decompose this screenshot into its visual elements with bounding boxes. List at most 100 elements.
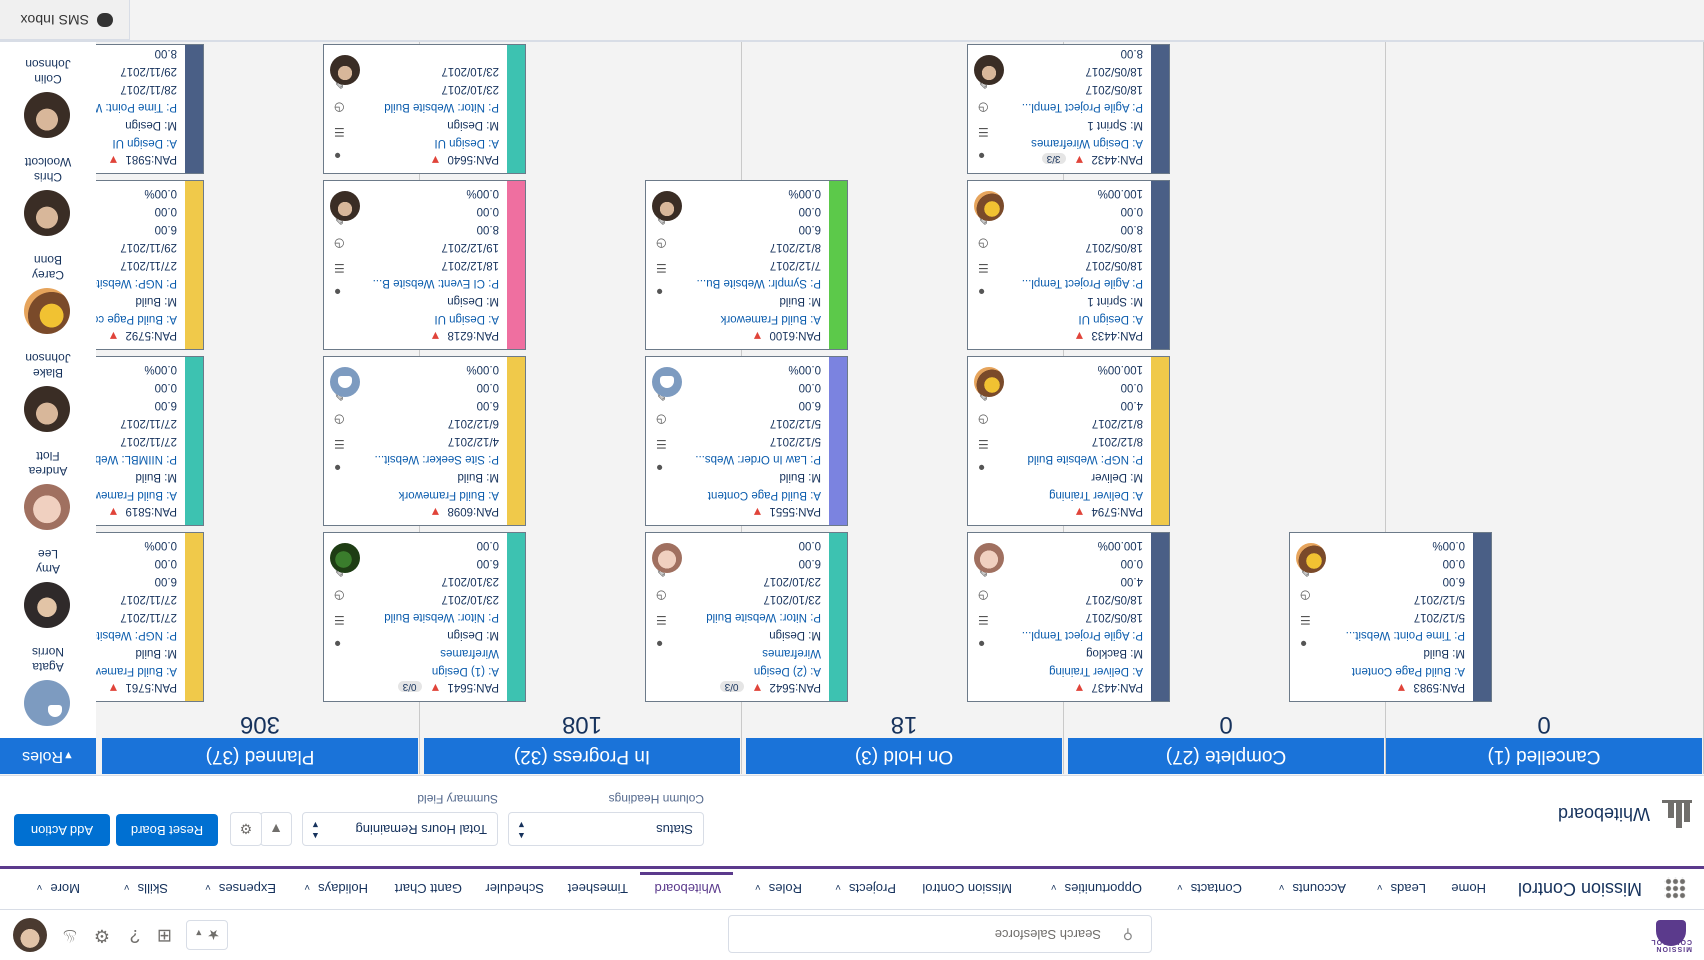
action-card[interactable]: PAN:6218 ▼ A: Design UI M: Design P: CI Even… bbox=[323, 180, 526, 350]
action-card[interactable]: PAN:6100 ▼ A: Build Framework M: Build P: Sy… bbox=[645, 180, 848, 350]
card-field-id[interactable]: PAN:4437 ▼ bbox=[1074, 681, 1143, 695]
nav-item-roles[interactable]: Roles ˅ bbox=[755, 881, 802, 896]
assignee-avatar[interactable] bbox=[974, 543, 1004, 573]
chevron-down-icon[interactable]: ˅ bbox=[1279, 881, 1285, 892]
assignee-avatar[interactable] bbox=[330, 367, 360, 397]
assignee-avatar[interactable] bbox=[330, 191, 360, 221]
action-card[interactable]: PAN:6098 ▼ A: Build Framework M: Build P: Si… bbox=[323, 356, 526, 526]
card-field-action[interactable]: A: Design Wireframes bbox=[1031, 137, 1143, 149]
card-field-action[interactable]: A: Design UI bbox=[434, 313, 499, 325]
comment-icon[interactable]: ● bbox=[978, 461, 985, 475]
comment-icon[interactable]: ● bbox=[334, 461, 341, 475]
clock-icon[interactable]: ◷ bbox=[334, 589, 344, 603]
card-field-action[interactable]: A: Build Page Content bbox=[708, 489, 821, 501]
setup-gear-icon[interactable]: ⚙ bbox=[94, 925, 110, 946]
card-field-action[interactable]: A: Deliver Training bbox=[1049, 489, 1143, 501]
add-action-button[interactable]: Add Action bbox=[14, 814, 110, 846]
card-field-milestone[interactable]: Wireframes bbox=[440, 647, 499, 659]
add-icon[interactable]: ⊞ bbox=[157, 925, 172, 946]
list-icon[interactable]: ☰ bbox=[334, 125, 345, 139]
card-field-project[interactable]: P: Agile Project Templ... bbox=[1022, 277, 1143, 289]
column-headings-select[interactable]: Status ▲ ▼ bbox=[508, 812, 704, 846]
clock-icon[interactable]: ◷ bbox=[334, 237, 344, 251]
card-field-id[interactable]: PAN:5794 ▼ bbox=[1074, 505, 1143, 519]
card-field-id[interactable]: PAN:4432 ▼ 3/3 bbox=[1041, 153, 1143, 167]
nav-item-scheduler[interactable]: Scheduler bbox=[485, 881, 544, 896]
card-field-action[interactable]: A: Deliver Training bbox=[1049, 665, 1143, 677]
chevron-down-icon[interactable]: ˅ bbox=[755, 881, 761, 892]
card-field-date1[interactable]: P: Nitor: Website Build bbox=[706, 611, 821, 623]
column-header[interactable]: Complete (27) bbox=[1068, 738, 1384, 774]
card-field-action[interactable]: A: (1) Design bbox=[432, 665, 499, 677]
list-icon[interactable]: ☰ bbox=[978, 437, 989, 451]
action-card[interactable]: PAN:5641 ▼ 0/3 A: (1) Design Wireframes M: De… bbox=[323, 532, 526, 702]
card-field-action[interactable]: A: Design UI bbox=[1078, 313, 1143, 325]
comment-icon[interactable]: ● bbox=[334, 637, 341, 651]
clock-icon[interactable]: ◷ bbox=[334, 413, 344, 427]
settings-button[interactable]: ⚙ bbox=[230, 812, 262, 846]
list-icon[interactable]: ☰ bbox=[656, 613, 667, 627]
nav-item-timesheet[interactable]: Timesheet bbox=[568, 881, 628, 896]
comment-icon[interactable]: ● bbox=[334, 149, 341, 163]
card-field-id[interactable]: PAN:5792 ▼ bbox=[108, 329, 177, 343]
card-field-id[interactable]: PAN:5819 ▼ bbox=[108, 505, 177, 519]
reset-board-button[interactable]: Reset Board bbox=[116, 814, 218, 846]
action-card[interactable]: PAN:5642 ▼ 0/3 A: (2) Design Wireframes M: De… bbox=[645, 532, 848, 702]
assignee-avatar[interactable] bbox=[974, 191, 1004, 221]
summary-field-select[interactable]: Total Hours Remaining ▲ ▼ bbox=[302, 812, 498, 846]
assignee-avatar[interactable] bbox=[652, 367, 682, 397]
assignee-avatar[interactable] bbox=[652, 543, 682, 573]
list-icon[interactable]: ☰ bbox=[334, 613, 345, 627]
list-icon[interactable]: ☰ bbox=[334, 261, 345, 275]
assignee-avatar[interactable] bbox=[652, 191, 682, 221]
list-icon[interactable]: ☰ bbox=[1300, 613, 1311, 627]
column-header[interactable]: On Hold (3) bbox=[746, 738, 1062, 774]
card-field-id[interactable]: PAN:5761 ▼ bbox=[108, 681, 177, 695]
action-card[interactable]: PAN:4437 ▼ A: Deliver Training M: Backlog P:… bbox=[967, 532, 1170, 702]
assignee-avatar[interactable] bbox=[330, 55, 360, 85]
card-field-project[interactable]: P: Site Seeker: Websit... bbox=[375, 453, 499, 465]
global-search[interactable]: ⚲ Search Salesforce bbox=[728, 915, 1152, 953]
nav-item-home[interactable]: Home bbox=[1451, 881, 1486, 896]
action-card[interactable]: PAN:5983 ▼ A: Build Page Content M: Build P:… bbox=[1289, 532, 1492, 702]
card-field-date1[interactable]: P: Nitor: Website Build bbox=[384, 611, 499, 623]
card-field-project[interactable]: P: CI Event: Website B... bbox=[373, 277, 499, 289]
assignee-avatar[interactable] bbox=[974, 55, 1004, 85]
card-field-action[interactable]: A: (2) Design bbox=[754, 665, 821, 677]
card-field-project[interactable]: P: Symplr: Website Bu... bbox=[697, 277, 821, 289]
role-person-photo[interactable] bbox=[24, 386, 70, 432]
nav-item-whiteboard[interactable]: Whiteboard bbox=[655, 881, 721, 896]
card-field-id[interactable]: PAN:5551 ▼ bbox=[752, 505, 821, 519]
app-logo[interactable]: MISSION CONTROL bbox=[1650, 918, 1692, 952]
chevron-down-icon[interactable]: ˅ bbox=[1051, 881, 1057, 892]
nav-item-gantt-chart[interactable]: Gantt Chart bbox=[395, 881, 462, 896]
card-field-id[interactable]: PAN:5640 ▼ bbox=[430, 153, 499, 167]
comment-icon[interactable]: ● bbox=[978, 285, 985, 299]
column-header[interactable]: Planned (37) bbox=[102, 738, 418, 774]
clock-icon[interactable]: ◷ bbox=[656, 237, 666, 251]
column-header[interactable]: In Progress (32) bbox=[424, 738, 740, 774]
user-avatar[interactable] bbox=[13, 918, 47, 952]
column-header[interactable]: Cancelled (1) bbox=[1386, 738, 1702, 774]
list-icon[interactable]: ☰ bbox=[656, 261, 667, 275]
help-icon[interactable]: ? bbox=[130, 925, 140, 946]
clock-icon[interactable]: ◷ bbox=[656, 589, 666, 603]
card-field-id[interactable]: PAN:6218 ▼ bbox=[430, 329, 499, 343]
role-person-photo[interactable] bbox=[24, 92, 70, 138]
nav-item-skills[interactable]: Skills ˅ bbox=[124, 881, 168, 896]
action-card[interactable]: PAN:4433 ▼ A: Design UI M: Sprint 1 P: Agile… bbox=[967, 180, 1170, 350]
favorites-button[interactable]: ★ ▼ bbox=[186, 920, 228, 950]
list-icon[interactable]: ☰ bbox=[978, 261, 989, 275]
list-icon[interactable]: ☰ bbox=[334, 437, 345, 451]
chevron-down-icon[interactable]: ˅ bbox=[37, 881, 43, 892]
list-icon[interactable]: ☰ bbox=[978, 125, 989, 139]
nav-item-projects[interactable]: Projects ˅ bbox=[835, 881, 896, 896]
action-card[interactable]: PAN:4432 ▼ 3/3 A: Design Wireframes M: Sprin… bbox=[967, 44, 1170, 174]
card-field-project[interactable]: P: Law In Order: Webs... bbox=[695, 453, 821, 465]
clock-icon[interactable]: ◷ bbox=[978, 413, 988, 427]
card-field-milestone[interactable]: Wireframes bbox=[762, 647, 821, 659]
clock-icon[interactable]: ◷ bbox=[1300, 589, 1310, 603]
card-field-project[interactable]: P: Nitor: Website Build bbox=[384, 101, 499, 113]
assignee-avatar[interactable] bbox=[974, 367, 1004, 397]
nav-item-mission-control[interactable]: Mission Control bbox=[922, 881, 1012, 896]
